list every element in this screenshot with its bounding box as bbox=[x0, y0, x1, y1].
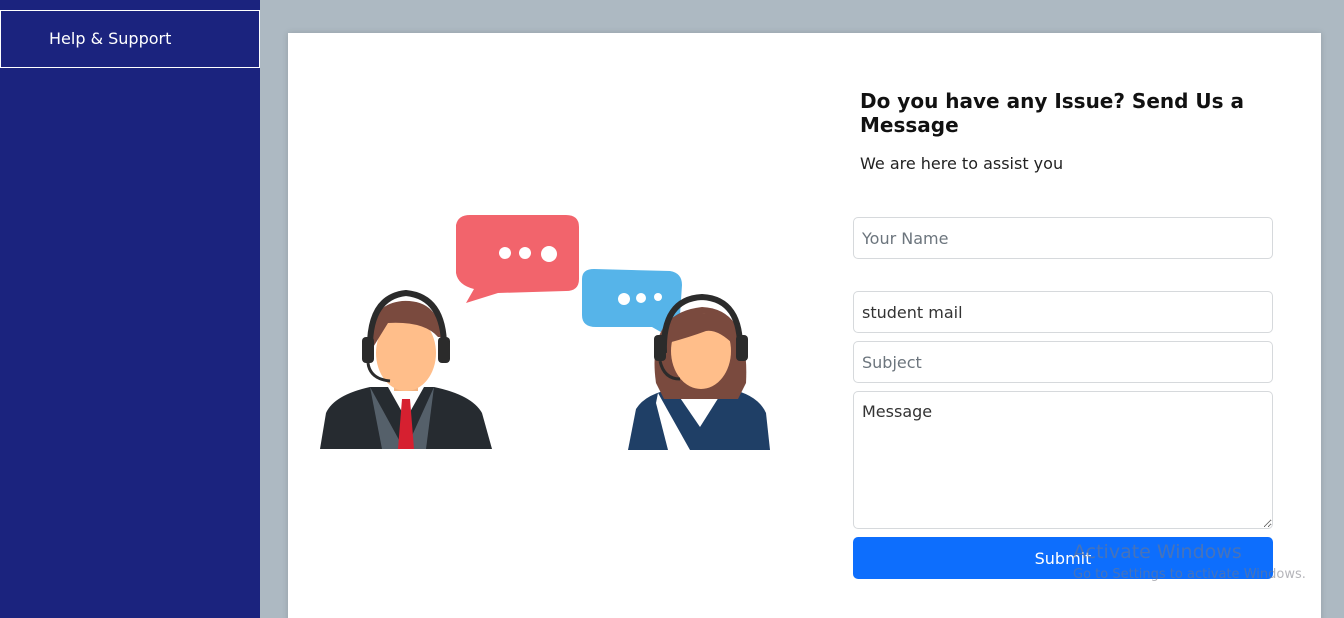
speech-bubble-red-icon bbox=[456, 215, 579, 303]
customer-support-illustration bbox=[320, 215, 770, 450]
name-input[interactable] bbox=[853, 217, 1273, 259]
sidebar: Help & Support bbox=[0, 0, 260, 618]
contact-card: Do you have any Issue? Send Us a Message… bbox=[288, 33, 1321, 618]
contact-subheading: We are here to assist you bbox=[860, 154, 1064, 173]
sidebar-item-help-support[interactable]: Help & Support bbox=[0, 10, 260, 68]
message-textarea[interactable] bbox=[853, 391, 1273, 529]
student-mail-input[interactable] bbox=[853, 291, 1273, 333]
submit-button[interactable]: Submit bbox=[853, 537, 1273, 579]
subject-input[interactable] bbox=[853, 341, 1273, 383]
male-agent-icon bbox=[320, 289, 492, 449]
contact-heading: Do you have any Issue? Send Us a Message bbox=[860, 89, 1245, 137]
